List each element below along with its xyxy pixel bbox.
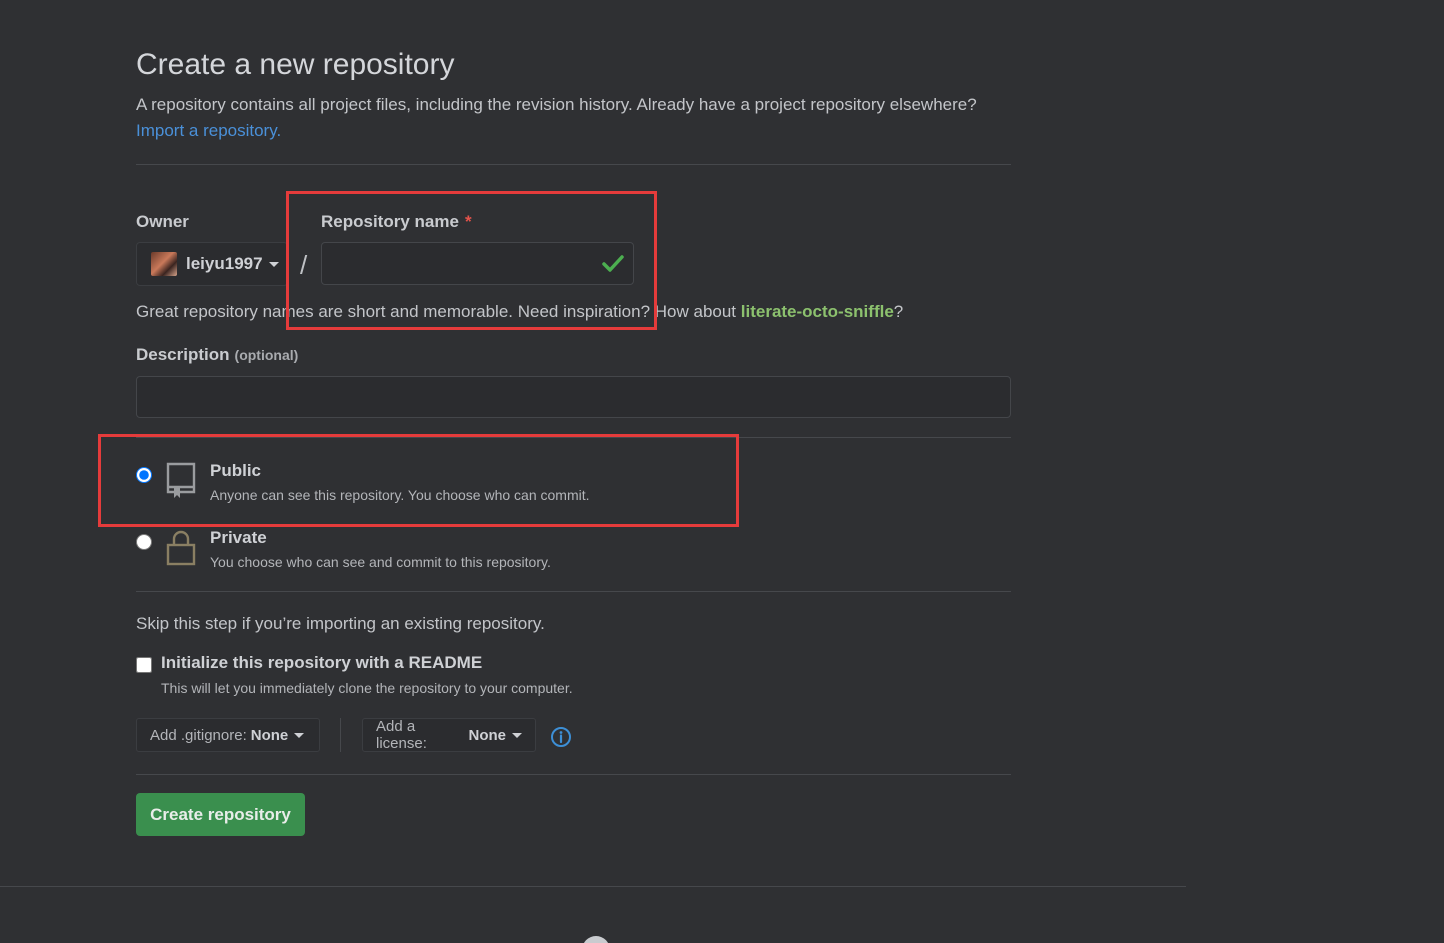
repository-name-label: Repository name * <box>321 212 472 232</box>
description-divider <box>136 437 1011 438</box>
public-radio[interactable] <box>136 467 152 483</box>
footer-logo-icon[interactable] <box>582 936 610 943</box>
info-icon[interactable] <box>550 726 572 748</box>
lock-icon <box>166 530 196 566</box>
owner-label: Owner <box>136 212 189 231</box>
hint-text: Great repository names are short and mem… <box>136 302 741 321</box>
owner-name: leiyu1997 <box>186 254 263 273</box>
public-description: Anyone can see this repository. You choo… <box>210 487 590 503</box>
footer-divider <box>0 886 1186 887</box>
owner-dropdown[interactable]: leiyu1997 <box>136 242 288 286</box>
private-title: Private <box>210 528 267 547</box>
check-icon <box>602 255 624 272</box>
gitignore-dropdown[interactable]: Add .gitignore: None <box>136 718 320 752</box>
description-input[interactable] <box>136 376 1011 418</box>
optional-marker: (optional) <box>234 347 299 363</box>
owner-repo-separator: / <box>300 250 308 280</box>
public-title: Public <box>210 461 262 480</box>
dropdown-separator <box>340 718 341 752</box>
repo-book-icon <box>166 462 196 498</box>
readme-checkbox[interactable] <box>136 657 152 673</box>
actions-divider <box>136 774 1011 775</box>
visibility-divider <box>136 591 1011 592</box>
avatar <box>151 252 177 276</box>
repository-name-input[interactable] <box>321 242 634 285</box>
readme-label[interactable]: Initialize this repository with a README <box>161 653 482 673</box>
chevron-down-icon <box>512 732 522 738</box>
import-repository-link[interactable]: Import a repository. <box>136 118 281 144</box>
gitignore-value: None <box>250 726 289 744</box>
license-dropdown[interactable]: Add a license: None <box>362 718 536 752</box>
description-label: Description (optional) <box>136 345 298 365</box>
skip-step-text: Skip this step if you’re importing an ex… <box>136 614 545 633</box>
hint-suffix: ? <box>893 302 904 321</box>
create-repository-page: Create a new repository A repository con… <box>0 0 1444 943</box>
private-description: You choose who can see and commit to thi… <box>210 554 551 570</box>
page-title: Create a new repository <box>136 48 455 81</box>
repository-name-hint: Great repository names are short and mem… <box>136 300 903 324</box>
license-label: Add a license: <box>376 718 427 752</box>
create-repository-button[interactable]: Create repository <box>136 793 305 836</box>
name-suggestion-link[interactable]: literate-octo-sniffle <box>741 302 894 321</box>
required-marker: * <box>464 212 472 231</box>
private-radio[interactable] <box>136 534 152 550</box>
header-divider <box>136 164 1011 165</box>
repository-name-label-text: Repository name <box>321 212 459 231</box>
chevron-down-icon <box>294 732 305 738</box>
page-subtitle: A repository contains all project files,… <box>136 95 977 114</box>
chevron-down-icon <box>268 261 279 267</box>
readme-description: This will let you immediately clone the … <box>161 680 573 696</box>
gitignore-label: Add .gitignore: <box>150 726 247 744</box>
description-label-text: Description <box>136 345 230 364</box>
license-value: None <box>468 726 507 744</box>
